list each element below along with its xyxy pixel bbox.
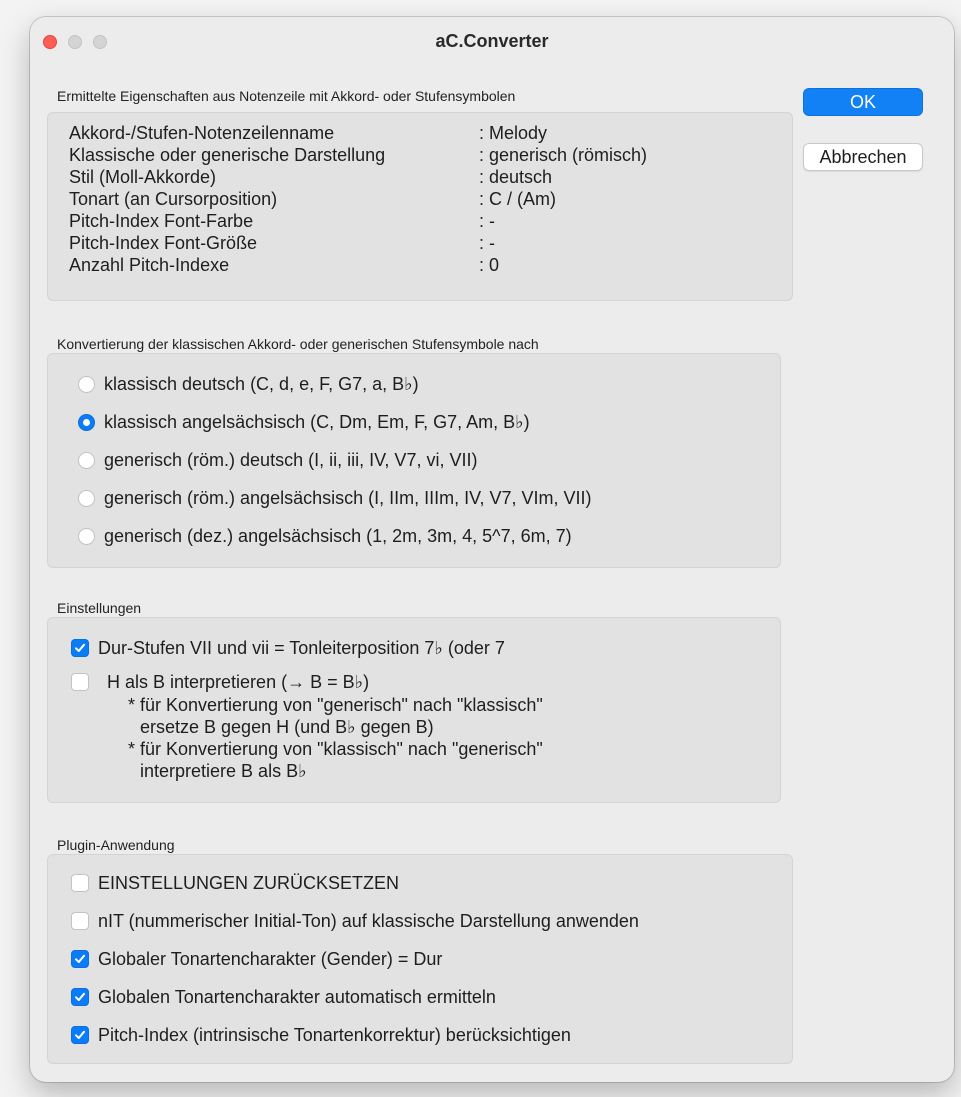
property-name: Akkord-/Stufen-Notenzeilenname xyxy=(69,123,335,143)
conversion-option-generisch-rom-deutsch[interactable]: generisch (röm.) deutsch (I, ii, iii, IV… xyxy=(78,448,477,472)
h-als-b-checkbox-row[interactable]: H als B interpretieren (→ B = B♭) xyxy=(71,670,369,694)
checkmark-icon xyxy=(75,643,85,652)
settings-note: * für Konvertierung von "generisch" nach… xyxy=(128,695,543,715)
checkbox[interactable] xyxy=(71,988,89,1006)
window-title: aC.Converter xyxy=(435,31,549,51)
conversion-option-klassisch-deutsch[interactable]: klassisch deutsch (C, d, e, F, G7, a, B♭… xyxy=(78,372,419,396)
checkbox-label: Globalen Tonartencharakter automatisch e… xyxy=(98,987,496,1007)
radio-button[interactable] xyxy=(78,413,95,431)
property-value: : deutsch xyxy=(479,167,553,187)
checkmark-icon xyxy=(75,1030,85,1039)
settings-note: * für Konvertierung von "klassisch" nach… xyxy=(128,739,543,759)
radio-label: generisch (röm.) deutsch (I, ii, iii, IV… xyxy=(104,450,478,470)
dur-stufen-checkbox-row[interactable]: Dur-Stufen VII und vii = Tonleiterpositi… xyxy=(71,636,505,660)
checkbox[interactable] xyxy=(71,1026,89,1044)
checkbox[interactable] xyxy=(71,950,89,968)
property-name: Stil (Moll-Akkorde) xyxy=(69,167,217,187)
checkbox-label: EINSTELLUNGEN ZURÜCKSETZEN xyxy=(98,873,400,893)
checkbox-label: Globaler Tonartencharakter (Gender) = Du… xyxy=(98,949,443,969)
property-name: Klassische oder generische Darstellung xyxy=(69,145,386,165)
checkbox-label: nIT (nummerischer Initial-Ton) auf klass… xyxy=(98,911,639,931)
h-als-b-checkbox[interactable] xyxy=(71,673,89,691)
radio-label: generisch (dez.) angelsächsisch (1, 2m, … xyxy=(104,526,572,546)
checkbox-label: Pitch-Index (intrinsische Tonartenkorrek… xyxy=(98,1025,571,1045)
checkmark-icon xyxy=(75,992,85,1001)
conversion-option-generisch-dez-angelsaechsisch[interactable]: generisch (dez.) angelsächsisch (1, 2m, … xyxy=(78,524,572,548)
radio-button[interactable] xyxy=(78,451,95,469)
properties-section-label: Ermittelte Eigenschaften aus Notenzeile … xyxy=(57,88,516,104)
radio-label: klassisch angelsächsisch (C, Dm, Em, F, … xyxy=(104,412,530,432)
property-value: : Melody xyxy=(479,123,548,143)
properties-group: Akkord-/Stufen-Notenzeilenname : Melody … xyxy=(47,112,793,301)
settings-section-label: Einstellungen xyxy=(57,600,142,616)
radio-button[interactable] xyxy=(78,489,95,507)
converter-window: aC.Converter OK Abbrechen Ermittelte Eig… xyxy=(30,17,954,1082)
property-name: Anzahl Pitch-Indexe xyxy=(69,255,230,275)
radio-button[interactable] xyxy=(78,527,95,545)
plugin-option-nit[interactable]: nIT (nummerischer Initial-Ton) auf klass… xyxy=(71,909,639,933)
checkbox[interactable] xyxy=(71,912,89,930)
property-value: : - xyxy=(479,211,495,231)
property-value: : generisch (römisch) xyxy=(479,145,648,165)
checkmark-icon xyxy=(75,954,85,963)
radio-label: klassisch deutsch (C, d, e, F, G7, a, B♭… xyxy=(104,374,419,394)
property-name: Pitch-Index Font-Farbe xyxy=(69,211,254,231)
property-value: : C / (Am) xyxy=(479,189,556,209)
property-value: : 0 xyxy=(479,255,500,275)
conversion-option-klassisch-angelsaechsisch[interactable]: klassisch angelsächsisch (C, Dm, Em, F, … xyxy=(78,410,530,434)
settings-note: ersetze B gegen H (und B♭ gegen B) xyxy=(140,717,434,737)
plugin-option-global-gender[interactable]: Globaler Tonartencharakter (Gender) = Du… xyxy=(71,947,442,971)
cancel-button[interactable]: Abbrechen xyxy=(803,143,923,171)
checkbox[interactable] xyxy=(71,874,89,892)
plugin-option-reset[interactable]: EINSTELLUNGEN ZURÜCKSETZEN xyxy=(71,871,399,895)
checkbox-label: H als B interpretieren (→ B = B♭) xyxy=(107,672,370,692)
conversion-section-label: Konvertierung der klassischen Akkord- od… xyxy=(57,336,539,352)
title-bar: aC.Converter xyxy=(30,17,954,67)
settings-note: interpretiere B als B♭ xyxy=(140,761,307,781)
settings-group: Dur-Stufen VII und vii = Tonleiterpositi… xyxy=(47,617,781,803)
dur-stufen-checkbox[interactable] xyxy=(71,639,89,657)
radio-button[interactable] xyxy=(78,375,95,393)
plugin-option-auto-detect[interactable]: Globalen Tonartencharakter automatisch e… xyxy=(71,985,496,1009)
plugin-option-pitch-index[interactable]: Pitch-Index (intrinsische Tonartenkorrek… xyxy=(71,1023,571,1047)
ok-button[interactable]: OK xyxy=(803,88,923,116)
conversion-option-generisch-rom-angelsaechsisch[interactable]: generisch (röm.) angelsächsisch (I, IIm,… xyxy=(78,486,592,510)
plugin-section-label: Plugin-Anwendung xyxy=(57,837,175,853)
property-name: Tonart (an Cursorposition) xyxy=(69,189,278,209)
property-name: Pitch-Index Font-Größe xyxy=(69,233,258,253)
conversion-group: klassisch deutsch (C, d, e, F, G7, a, B♭… xyxy=(47,353,781,568)
plugin-group: EINSTELLUNGEN ZURÜCKSETZEN nIT (nummeris… xyxy=(47,854,793,1064)
checkbox-label: Dur-Stufen VII und vii = Tonleiterpositi… xyxy=(98,638,505,658)
radio-label: generisch (röm.) angelsächsisch (I, IIm,… xyxy=(104,488,592,508)
property-value: : - xyxy=(479,233,495,253)
